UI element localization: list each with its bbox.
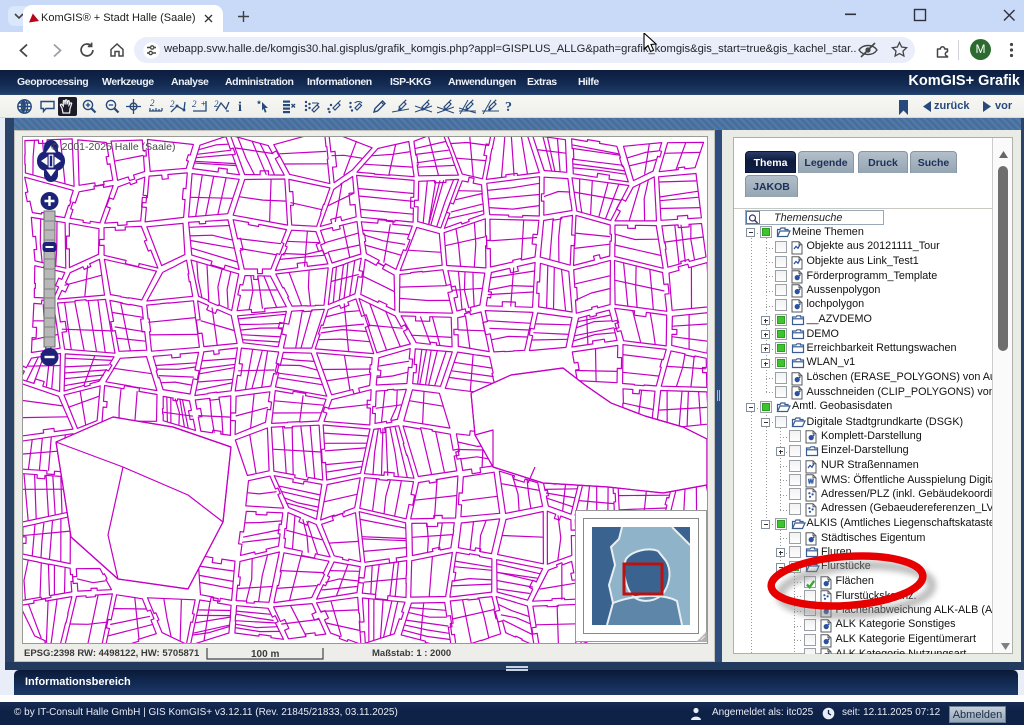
svg-text:100 m: 100 m bbox=[251, 649, 279, 660]
